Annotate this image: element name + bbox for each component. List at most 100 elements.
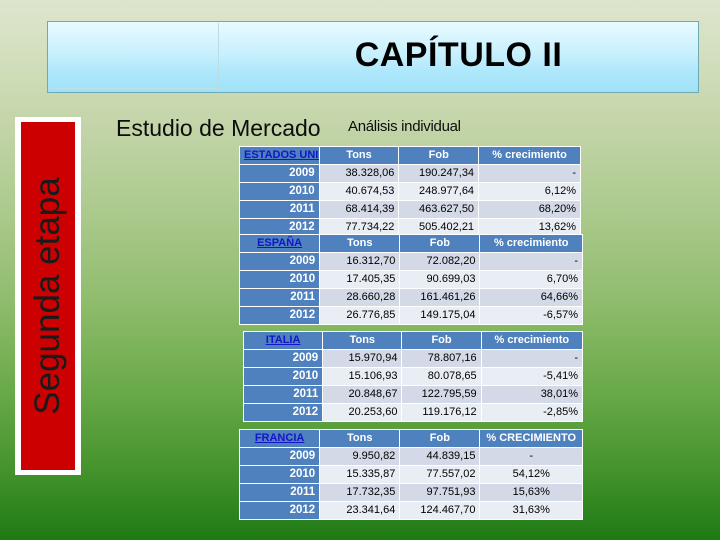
cell-tons: 17.405,35 <box>319 270 401 289</box>
table-header-row: ESPAÑA Tons Fob% crecimiento <box>238 234 583 253</box>
cell-year: 2011 <box>239 200 320 219</box>
cell-fob: 44.839,15 <box>399 447 481 466</box>
cell-tons: 17.732,35 <box>319 483 401 502</box>
data-table-estados-unidos: ESTADOS UNIDOSTonsFob% crecimiento200938… <box>239 146 581 237</box>
cell-growth-pct: -6,57% <box>479 306 583 325</box>
cell-growth-pct: 31,63% <box>479 501 583 520</box>
table-header-row: ESTADOS UNIDOSTonsFob% crecimiento <box>239 146 581 165</box>
cell-fob: 463.627,50 <box>398 200 480 219</box>
section-heading: Estudio de Mercado <box>116 115 321 141</box>
data-table-espana: ESPAÑA Tons Fob% crecimiento 2009 16.312,70 7… <box>238 234 583 325</box>
cell-year: 2012 <box>242 403 324 422</box>
table-row: 2010 40.674,53 248.977,64 6,12% <box>239 182 581 201</box>
data-table-italia: ITALIA Tons Fob% crecimiento 2009 15.970,94 7… <box>242 331 584 422</box>
cell-tons: 16.312,70 <box>319 252 401 271</box>
cell-tons: 20.848,67 <box>322 385 403 404</box>
column-header-2: Fob <box>401 331 482 350</box>
cell-growth-pct: -5,41% <box>480 367 584 386</box>
side-banner: Segunda etapa <box>15 117 81 475</box>
cell-growth-pct: 6,70% <box>479 270 583 289</box>
column-header-2: Fob <box>399 429 481 448</box>
cell-growth-pct: - <box>478 164 581 183</box>
cell-year: 2011 <box>238 483 321 502</box>
cell-tons: 38.328,06 <box>318 164 400 183</box>
cell-growth-pct: 54,12% <box>479 465 583 484</box>
column-header-3: % CRECIMIENTO <box>479 429 583 448</box>
page-title: CAPÍTULO II <box>354 35 563 74</box>
cell-fob: 124.467,70 <box>399 501 481 520</box>
cell-year: 2010 <box>238 465 321 484</box>
country-name-header: ITALIA <box>242 331 324 350</box>
cell-year: 2012 <box>238 501 321 520</box>
cell-tons: 15.970,94 <box>322 349 403 368</box>
cell-fob: 161.461,26 <box>399 288 481 307</box>
column-header-3: % crecimiento <box>479 234 583 253</box>
slide-title-bar: CAPÍTULO II <box>47 21 699 93</box>
cell-year: 2009 <box>238 447 321 466</box>
cell-growth-pct: 38,01% <box>480 385 584 404</box>
table-row: 2011 20.848,67 122.795,59 38,01% <box>242 385 584 404</box>
cell-growth-pct: 15,63% <box>479 483 583 502</box>
cell-tons: 20.253,60 <box>322 403 403 422</box>
column-header-1: Tons <box>319 234 401 253</box>
table-row: 2010 15.335,87 77.557,02 54,12% <box>238 465 583 484</box>
cell-fob: 90.699,03 <box>399 270 481 289</box>
cell-fob: 149.175,04 <box>399 306 481 325</box>
column-header-2: Fob <box>399 234 481 253</box>
table-row: 2010 17.405,35 90.699,03 6,70% <box>238 270 583 289</box>
title-left-placeholder-box <box>49 23 219 89</box>
cell-tons: 9.950,82 <box>319 447 401 466</box>
cell-fob: 119.176,12 <box>401 403 482 422</box>
column-header-2: Fob <box>398 146 480 165</box>
column-header-1: Tons <box>318 146 400 165</box>
cell-year: 2009 <box>238 252 321 271</box>
cell-year: 2009 <box>239 164 320 183</box>
table-header-row: FRANCIA Tons Fob% CRECIMIENTO <box>238 429 583 448</box>
cell-tons: 40.674,53 <box>318 182 400 201</box>
table-row: 2009 38.328,06 190.247,34- <box>239 164 581 183</box>
cell-fob: 77.557,02 <box>399 465 481 484</box>
cell-fob: 122.795,59 <box>401 385 482 404</box>
column-header-3: % crecimiento <box>480 331 584 350</box>
cell-fob: 248.977,64 <box>398 182 480 201</box>
table-row: 2011 28.660,28 161.461,26 64,66% <box>238 288 583 307</box>
column-header-3: % crecimiento <box>478 146 581 165</box>
column-header-1: Tons <box>322 331 403 350</box>
section-subheading: Análisis individual <box>348 118 461 135</box>
cell-year: 2010 <box>238 270 321 289</box>
cell-growth-pct: -2,85% <box>480 403 584 422</box>
cell-year: 2011 <box>238 288 321 307</box>
table-row: 2010 15.106,93 80.078,65 -5,41% <box>242 367 584 386</box>
cell-fob: 190.247,34 <box>398 164 480 183</box>
cell-growth-pct: 64,66% <box>479 288 583 307</box>
cell-growth-pct: - <box>479 447 583 466</box>
cell-year: 2009 <box>242 349 324 368</box>
cell-tons: 23.341,64 <box>319 501 401 520</box>
country-name-header: ESTADOS UNIDOS <box>239 146 320 165</box>
table-row: 2009 15.970,94 78.807,16- <box>242 349 584 368</box>
cell-fob: 78.807,16 <box>401 349 482 368</box>
side-banner-label: Segunda etapa <box>28 177 67 415</box>
cell-tons: 28.660,28 <box>319 288 401 307</box>
cell-fob: 97.751,93 <box>399 483 481 502</box>
cell-growth-pct: 6,12% <box>478 182 581 201</box>
country-name-header: ESPAÑA <box>238 234 321 253</box>
cell-fob: 80.078,65 <box>401 367 482 386</box>
country-name-header: FRANCIA <box>238 429 321 448</box>
table-header-row: ITALIA Tons Fob% crecimiento <box>242 331 584 350</box>
data-table-francia: FRANCIA Tons Fob% CRECIMIENTO 2009 9.950,82 4… <box>238 429 583 520</box>
table-row: 2012 20.253,60 119.176,12 -2,85% <box>242 403 584 422</box>
table-row: 2009 16.312,70 72.082,20- <box>238 252 583 271</box>
cell-year: 2011 <box>242 385 324 404</box>
cell-fob: 72.082,20 <box>399 252 481 271</box>
cell-tons: 68.414,39 <box>318 200 400 219</box>
cell-tons: 15.106,93 <box>322 367 403 386</box>
cell-year: 2010 <box>242 367 324 386</box>
cell-growth-pct: - <box>480 349 584 368</box>
cell-tons: 26.776,85 <box>319 306 401 325</box>
table-row: 2011 17.732,35 97.751,93 15,63% <box>238 483 583 502</box>
table-row: 2012 23.341,64 124.467,70 31,63% <box>238 501 583 520</box>
table-row: 2009 9.950,82 44.839,15- <box>238 447 583 466</box>
cell-year: 2010 <box>239 182 320 201</box>
side-banner-fill: Segunda etapa <box>21 122 75 470</box>
